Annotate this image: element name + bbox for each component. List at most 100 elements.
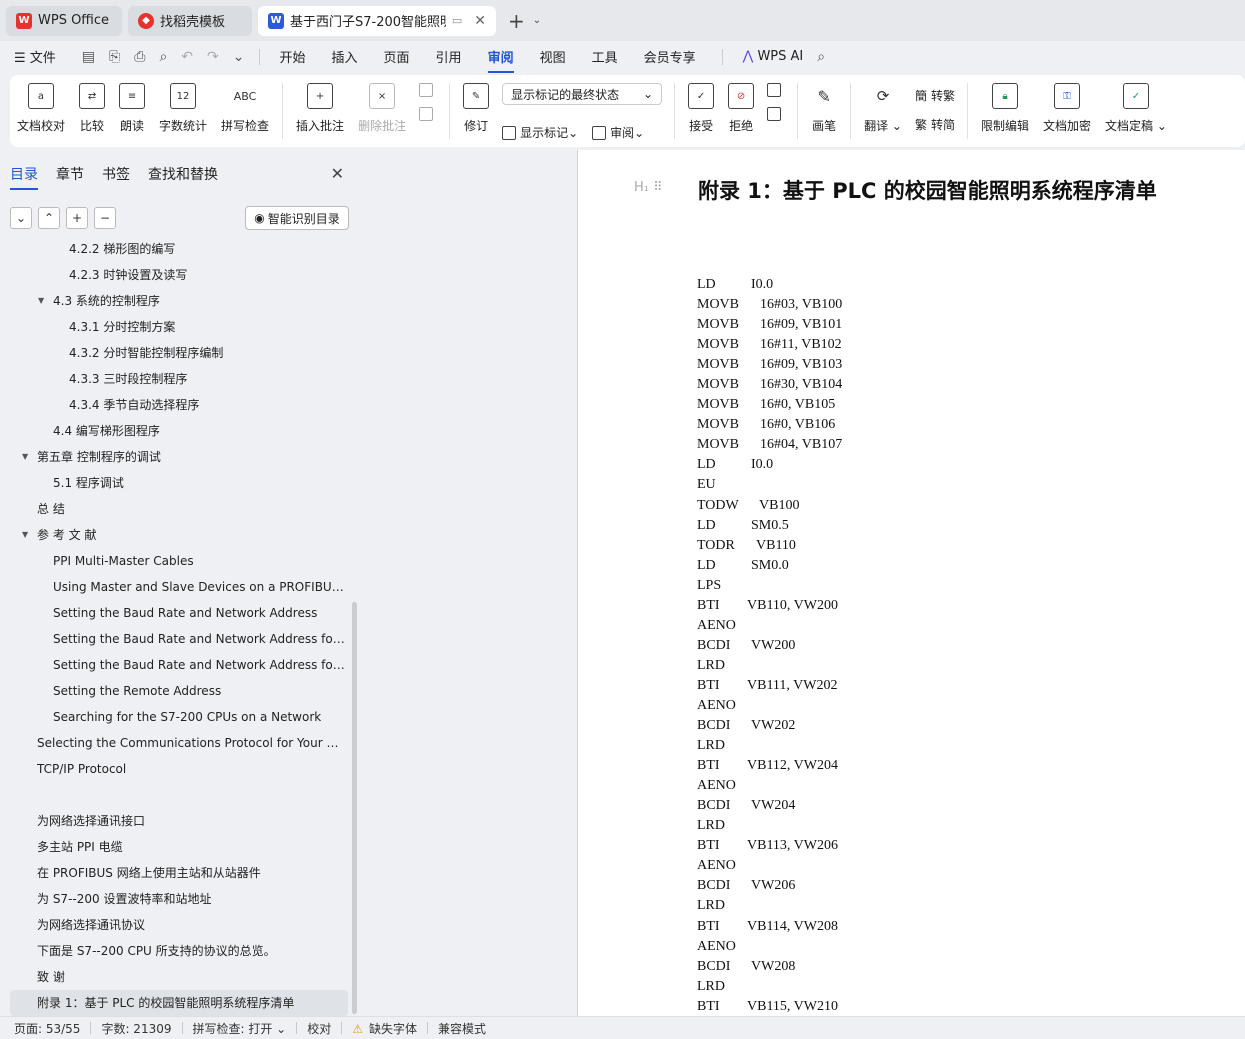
doc-check-button[interactable]: a 文档校对	[17, 83, 65, 134]
toc-item[interactable]: 4.3.4 季节自动选择程序	[69, 392, 345, 418]
toc-item[interactable]: Setting the Baud Rate and Network Addres…	[53, 600, 345, 626]
pen-button[interactable]: ✎ 画笔	[811, 83, 837, 134]
prev-comment-button[interactable]	[419, 83, 437, 97]
tab-template[interactable]: ◆ 找稻壳模板	[128, 5, 252, 36]
smart-toc-button[interactable]: ◉ 智能识别目录	[245, 206, 349, 230]
toc-item[interactable]: PPI Multi-Master Cables	[53, 548, 345, 574]
print-preview-icon[interactable]: ⌕	[159, 49, 167, 65]
file-menu[interactable]: ☰ 文件	[14, 47, 56, 66]
delete-comment-button[interactable]: × 删除批注	[358, 83, 406, 134]
tab-wps-office[interactable]: W WPS Office	[6, 5, 122, 36]
menu-review[interactable]: 审阅	[487, 47, 514, 73]
search-icon[interactable]: ⌕	[817, 49, 825, 65]
wps-ai-button[interactable]: ⋀ WPS AI	[743, 49, 804, 64]
export-icon[interactable]: ⎘	[109, 49, 120, 65]
tab-toc[interactable]: 目录	[10, 164, 38, 190]
toc-item[interactable]	[37, 782, 345, 808]
to-traditional-button[interactable]: 簡转繁	[915, 87, 955, 104]
review-pane-button[interactable]: 审阅 ⌄	[592, 124, 644, 141]
word-count[interactable]: 字数: 21309	[101, 1020, 171, 1037]
prev-revision-button[interactable]	[767, 83, 785, 97]
remove-heading-icon[interactable]: −	[94, 207, 116, 229]
missing-font-status[interactable]: ⚠ 缺失字体	[352, 1020, 417, 1037]
word-count-button[interactable]: 12 字数统计	[159, 83, 207, 134]
finalize-button[interactable]: ✓ 文档定稿 ⌄	[1105, 83, 1167, 134]
toc-item[interactable]: 下面是 S7--200 CPU 所支持的协议的总览。	[37, 938, 345, 964]
page-indicator[interactable]: 页面: 53/55	[14, 1020, 80, 1037]
expand-up-icon[interactable]: ⌃	[38, 207, 60, 229]
toc-item[interactable]: 为网络选择通讯协议	[37, 912, 345, 938]
toc-item[interactable]: 4.2.3 时钟设置及读写	[69, 262, 345, 288]
toc-item[interactable]: Selecting the Communications Protocol fo…	[37, 730, 345, 756]
more-chevron-icon[interactable]: ⌄	[233, 49, 245, 65]
toc-item[interactable]: 致 谢	[37, 964, 345, 990]
compare-button[interactable]: ⇄ 比较	[79, 83, 106, 134]
redo-icon[interactable]: ↷	[207, 49, 219, 65]
tab-bookmarks[interactable]: 书签	[102, 164, 130, 184]
revise-button[interactable]: ✎ 修订	[463, 83, 490, 134]
toc-item[interactable]: 在 PROFIBUS 网络上使用主站和从站器件	[37, 860, 345, 886]
toc-item[interactable]: 为 S7--200 设置波特率和站地址	[37, 886, 345, 912]
toc-item[interactable]: 为网络选择通讯接口	[37, 808, 345, 834]
expand-triangle-icon[interactable]: ▼	[22, 452, 28, 461]
reject-button[interactable]: ⊘ 拒绝	[728, 83, 755, 134]
toc-scrollbar[interactable]	[352, 602, 357, 1014]
show-markup-button[interactable]: 显示标记 ⌄	[502, 124, 578, 141]
toc-item[interactable]: Setting the Baud Rate and Network Addres…	[53, 652, 345, 678]
menu-insert[interactable]: 插入	[332, 47, 358, 66]
menu-reference[interactable]: 引用	[436, 47, 462, 66]
save-icon[interactable]: ▤	[82, 49, 95, 65]
document-heading[interactable]: 附录 1：基于 PLC 的校园智能照明系统程序清单	[698, 175, 1157, 205]
document-page[interactable]: H₁ ⠿ 附录 1：基于 PLC 的校园智能照明系统程序清单 LD I0.0 MOV…	[578, 150, 1245, 1016]
toc-item[interactable]: TCP/IP Protocol	[37, 756, 345, 782]
expand-triangle-icon[interactable]: ▼	[22, 530, 28, 539]
toc-item[interactable]: 多主站 PPI 电缆	[37, 834, 345, 860]
new-tab-icon[interactable]: +	[508, 9, 525, 33]
print-icon[interactable]: ⎙	[134, 49, 145, 65]
program-listing[interactable]: LD I0.0 MOVB 16#03, VB100 MOVB 16#09, VB101 MO…	[697, 275, 842, 1016]
toc-item[interactable]: Setting the Baud Rate and Network Addres…	[53, 626, 345, 652]
spell-check-button[interactable]: ABC 拼写检查	[221, 83, 269, 134]
toc-item[interactable]: Using Master and Slave Devices on a PROF…	[53, 574, 345, 600]
tab-current-document[interactable]: W 基于西门子S7-200智能照明控 ▭ ✕	[258, 5, 496, 36]
next-revision-button[interactable]	[767, 107, 785, 121]
next-comment-button[interactable]	[419, 107, 437, 121]
toc-item[interactable]: Setting the Remote Address	[53, 678, 345, 704]
toc-item[interactable]: 4.2.2 梯形图的编写	[69, 238, 345, 262]
undo-icon[interactable]: ↶	[181, 49, 193, 65]
to-simplified-button[interactable]: 繁转简	[915, 116, 955, 133]
menu-home[interactable]: 开始	[280, 47, 306, 66]
toc-item[interactable]: 总 结	[37, 496, 345, 522]
tab-list-chevron-icon[interactable]: ⌄	[533, 15, 541, 26]
tab-chapters[interactable]: 章节	[56, 164, 84, 184]
encrypt-button[interactable]: ⚿ 文档加密	[1043, 83, 1091, 134]
display-mode-select[interactable]: 显示标记的最终状态 ⌄	[502, 83, 663, 105]
insert-comment-button[interactable]: + 插入批注	[296, 83, 344, 134]
toc-item[interactable]: Searching for the S7-200 CPUs on a Netwo…	[53, 704, 345, 730]
menu-page[interactable]: 页面	[384, 47, 410, 66]
toc-item[interactable]: 附录 1：基于 PLC 的校园智能照明系统程序清单	[10, 990, 348, 1016]
accept-button[interactable]: ✓ 接受	[688, 83, 715, 134]
spell-check-status[interactable]: 拼写检查: 打开 ⌄	[193, 1020, 287, 1037]
close-pane-icon[interactable]: ✕	[331, 164, 344, 183]
menu-tools[interactable]: 工具	[592, 47, 618, 66]
collapse-down-icon[interactable]: ⌄	[10, 207, 32, 229]
toc-item[interactable]: 参 考 文 献	[37, 522, 345, 548]
menu-view[interactable]: 视图	[540, 47, 566, 66]
toc-item[interactable]: 4.3.3 三时段控制程序	[69, 366, 345, 392]
translate-button[interactable]: ⟳ 翻译 ⌄	[864, 83, 902, 134]
toc-item[interactable]: 4.4 编写梯形图程序	[53, 418, 345, 444]
restrict-edit-button[interactable]: 🔒︎ 限制编辑	[981, 83, 1029, 134]
heading-marker-icon[interactable]: H₁ ⠿	[634, 180, 663, 195]
toc-item[interactable]: 4.3.2 分时智能控制程序编制	[69, 340, 345, 366]
add-heading-icon[interactable]: +	[66, 207, 88, 229]
toc-item[interactable]: 4.3 系统的控制程序	[53, 288, 345, 314]
read-aloud-button[interactable]: ≡ 朗读	[119, 83, 146, 134]
proofread-status[interactable]: 校对	[307, 1020, 331, 1037]
toc-item[interactable]: 4.3.1 分时控制方案	[69, 314, 345, 340]
menu-member[interactable]: 会员专享	[644, 47, 696, 66]
toc-item[interactable]: 第五章 控制程序的调试	[37, 444, 345, 470]
close-tab-icon[interactable]: ✕	[474, 13, 486, 29]
expand-triangle-icon[interactable]: ▼	[38, 296, 44, 305]
tab-find-replace[interactable]: 查找和替换	[148, 164, 218, 184]
